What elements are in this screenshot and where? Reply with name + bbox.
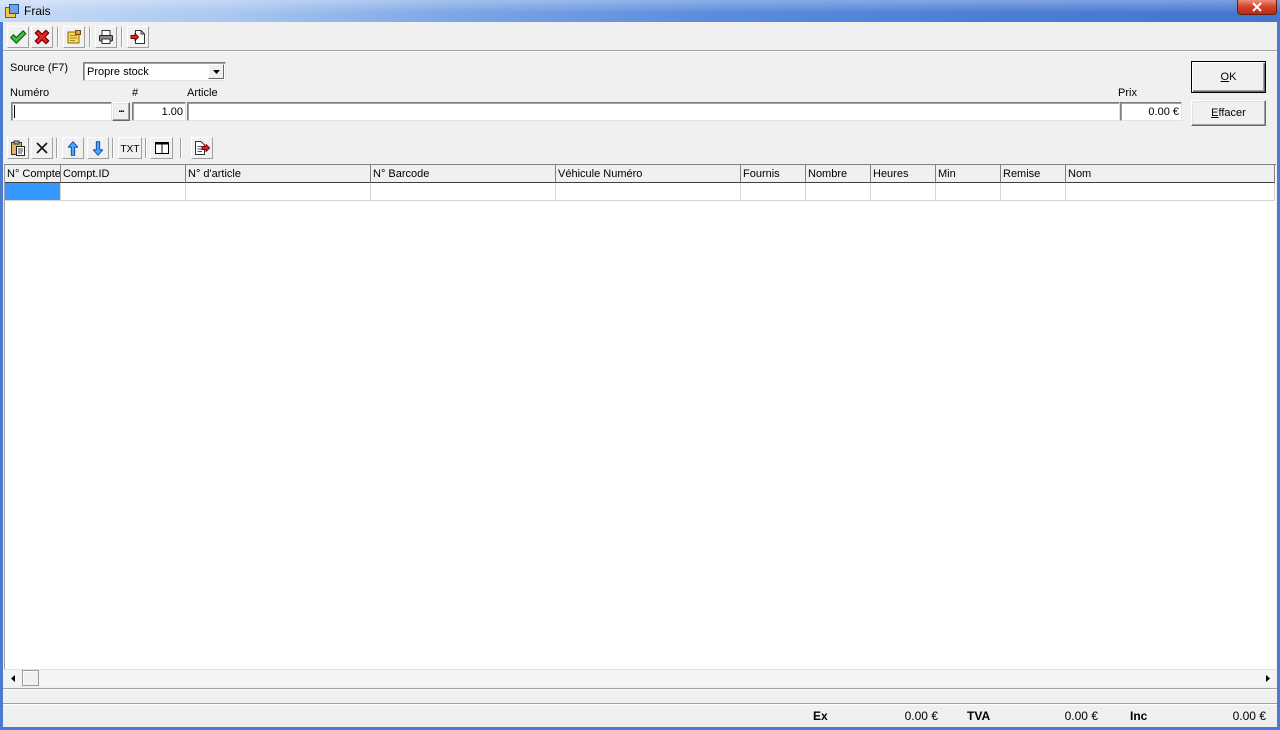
columns-button[interactable] [150, 137, 173, 159]
table-cell[interactable] [741, 183, 806, 201]
chevron-down-icon [212, 69, 220, 74]
column-header-name[interactable]: Nom [1066, 165, 1275, 183]
delete-icon [34, 140, 50, 156]
items-grid[interactable]: N° Compte Compt.ID N° d'article N° Barco… [4, 164, 1276, 669]
table-cell[interactable] [806, 183, 871, 201]
export-rows-button[interactable] [191, 137, 213, 159]
items-table: N° Compte Compt.ID N° d'article N° Barco… [5, 165, 1275, 201]
prix-label: Prix [1118, 87, 1137, 99]
toolbar-separator [56, 138, 58, 158]
export-icon [194, 140, 210, 156]
total-tva-label: TVA [967, 709, 991, 723]
total-inc-value: 0.00 € [1232, 709, 1266, 723]
ok-label: OK [1220, 71, 1237, 83]
clear-button[interactable]: Effacer [1191, 100, 1266, 126]
numero-label: Numéro [10, 87, 50, 99]
confirm-button[interactable] [7, 26, 29, 48]
column-header-article-number[interactable]: N° d'article [186, 165, 371, 183]
scroll-left-button[interactable] [4, 670, 21, 686]
column-header-discount[interactable]: Remise [1001, 165, 1066, 183]
toolbar-separator [57, 27, 59, 47]
column-header-quantity[interactable]: Nombre [806, 165, 871, 183]
numero-input[interactable] [11, 102, 112, 121]
source-label: Source (F7) [10, 62, 69, 74]
move-down-button[interactable] [87, 137, 109, 159]
cancel-button[interactable] [31, 26, 53, 48]
paste-row-button[interactable] [7, 137, 29, 159]
column-header-barcode[interactable]: N° Barcode [371, 165, 556, 183]
close-icon [1251, 2, 1263, 12]
table-cell[interactable] [1001, 183, 1066, 201]
columns-icon [154, 140, 170, 156]
toolbar-separator [112, 138, 114, 158]
source-select[interactable]: Propre stock [83, 62, 226, 81]
table-cell[interactable] [371, 183, 556, 201]
table-cell[interactable] [556, 183, 741, 201]
column-header-minutes[interactable]: Min [936, 165, 1001, 183]
toolbar-separator [145, 138, 147, 158]
article-input[interactable] [187, 102, 1120, 121]
note-button[interactable] [63, 26, 85, 48]
title-bar[interactable]: Frais [0, 0, 1280, 22]
export-button[interactable] [127, 26, 149, 48]
toolbar-separator [121, 27, 123, 47]
table-cell-selected[interactable] [5, 183, 61, 201]
totals-divider [3, 703, 1277, 705]
total-inc-label: Inc [1130, 709, 1148, 723]
table-cell[interactable] [61, 183, 186, 201]
red-x-icon [33, 28, 51, 46]
txt-label: TXT [120, 143, 140, 155]
column-header-vehicle-number[interactable]: Véhicule Numéro [556, 165, 741, 183]
txt-button[interactable]: TXT [118, 137, 142, 159]
column-header-hours[interactable]: Heures [871, 165, 936, 183]
prix-input[interactable] [1120, 102, 1182, 121]
scrollbar-thumb[interactable] [22, 670, 39, 686]
column-header-account-number[interactable]: N° Compte [5, 165, 61, 183]
horizontal-scrollbar[interactable] [4, 669, 1276, 686]
toolbar-separator [180, 138, 182, 158]
arrow-down-icon [92, 140, 104, 157]
source-dropdown-button[interactable] [208, 64, 224, 79]
status-divider [3, 688, 1277, 690]
article-label: Article [187, 87, 218, 99]
export-icon [130, 29, 146, 45]
clear-label: Effacer [1211, 107, 1246, 119]
table-cell[interactable] [936, 183, 1001, 201]
table-cell[interactable] [1066, 183, 1275, 201]
total-tva-value: 0.00 € [1064, 709, 1098, 723]
check-icon [9, 28, 27, 46]
ok-button[interactable]: OK [1191, 61, 1266, 93]
printer-icon [98, 29, 114, 45]
source-value: Propre stock [87, 66, 149, 78]
print-button[interactable] [95, 26, 117, 48]
scroll-right-icon [1265, 674, 1270, 682]
toolbar-separator [89, 27, 91, 47]
browse-label: ... [118, 104, 124, 115]
column-header-account-id[interactable]: Compt.ID [61, 165, 186, 183]
table-cell[interactable] [871, 183, 936, 201]
clipboard-icon [10, 140, 26, 156]
numero-browse-button[interactable]: ... [112, 102, 130, 121]
scroll-right-button[interactable] [1259, 670, 1276, 686]
arrow-up-icon [67, 140, 79, 157]
total-ex-value: 0.00 € [904, 709, 938, 723]
delete-row-button[interactable] [31, 137, 53, 159]
window-title: Frais [24, 4, 51, 18]
table-cell[interactable] [186, 183, 371, 201]
total-ex-label: Ex [813, 709, 828, 723]
text-caret [14, 105, 15, 118]
app-icon [4, 3, 20, 19]
scroll-left-icon [10, 674, 15, 682]
note-icon [66, 29, 82, 45]
table-header-row: N° Compte Compt.ID N° d'article N° Barco… [5, 165, 1275, 183]
column-header-supplier[interactable]: Fournis [741, 165, 806, 183]
quantity-input[interactable] [132, 102, 186, 121]
close-button[interactable] [1237, 0, 1277, 15]
table-row[interactable] [5, 183, 1275, 201]
quantity-label: # [132, 87, 139, 99]
toolbar-divider [3, 50, 1277, 52]
move-up-button[interactable] [62, 137, 84, 159]
